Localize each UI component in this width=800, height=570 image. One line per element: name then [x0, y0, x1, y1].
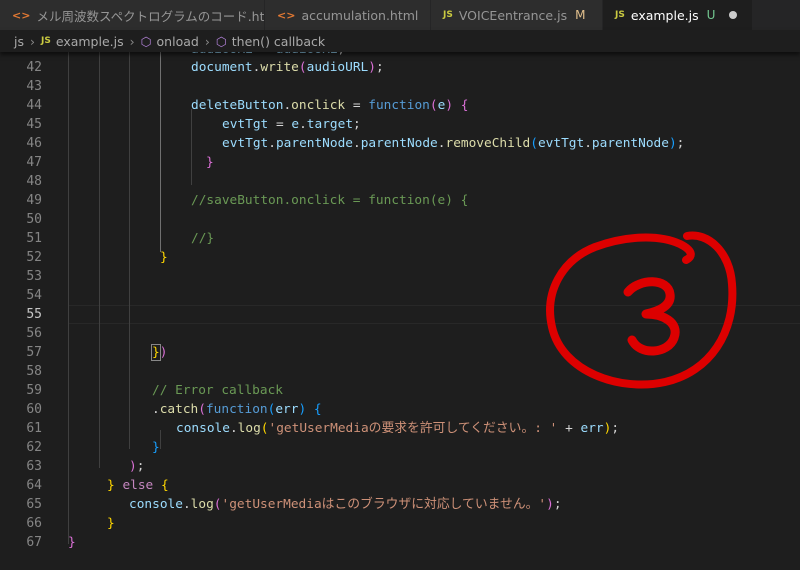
- line-number: 49: [26, 193, 42, 208]
- code-line-64: } else {: [107, 478, 169, 493]
- chevron-right-icon: ›: [129, 33, 135, 49]
- line-number: 62: [26, 440, 42, 455]
- line-number: 42: [26, 60, 42, 75]
- code-line-52: }: [160, 250, 168, 265]
- line-number: 48: [26, 174, 42, 189]
- chevron-right-icon: ›: [204, 33, 210, 49]
- line-number: 47: [26, 155, 42, 170]
- line-number: 63: [26, 459, 42, 474]
- tab-label: メル周波数スペクトログラムのコード.html: [36, 8, 265, 24]
- modified-badge: M: [575, 8, 586, 22]
- tab-label: accumulation.html: [301, 7, 419, 23]
- line-number: 58: [26, 364, 42, 379]
- line-number: 43: [26, 79, 42, 94]
- editor-tab-bar: <> メル周波数スペクトログラムのコード.html <> accumulatio…: [0, 0, 800, 30]
- line-number: 65: [26, 497, 42, 512]
- code-line-57: }): [151, 344, 168, 361]
- chevron-right-icon: ›: [30, 33, 35, 49]
- untracked-badge: U: [706, 8, 716, 22]
- tab-example-js[interactable]: JS example.js U: [603, 0, 753, 30]
- line-number: 67: [26, 535, 42, 550]
- line-number: 44: [26, 98, 42, 113]
- line-number: 59: [26, 383, 42, 398]
- breadcrumb-folder[interactable]: js: [14, 34, 24, 49]
- indent-guide: [129, 52, 130, 449]
- tab-label: VOICEentrance.js: [458, 7, 568, 23]
- tab-voiceentrance-js[interactable]: JS VOICEentrance.js M: [431, 0, 603, 30]
- tab-accumulation-html[interactable]: <> accumulation.html: [265, 0, 431, 30]
- html-file-icon: <>: [12, 8, 31, 22]
- html-file-icon: <>: [277, 8, 296, 22]
- breadcrumb: js › JS example.js › ⬡ onload › ⬡ then()…: [0, 30, 800, 52]
- tab-mel-spectrogram-html[interactable]: <> メル周波数スペクトログラムのコード.html: [0, 0, 265, 30]
- method-cube-icon: ⬡: [140, 33, 152, 49]
- line-number: 51: [26, 231, 42, 246]
- line-number: 53: [26, 269, 42, 284]
- code-line-46: evtTgt.parentNode.parentNode.removeChild…: [222, 136, 685, 151]
- indent-guide: [99, 52, 100, 468]
- indent-guide: [191, 109, 192, 185]
- indent-guide: [68, 52, 69, 544]
- breadcrumb-file[interactable]: example.js: [56, 34, 124, 49]
- code-line-51: //}: [191, 231, 215, 246]
- line-number: 60: [26, 402, 42, 417]
- indent-guide: [160, 430, 161, 449]
- line-number: 61: [26, 421, 42, 436]
- js-file-icon: JS: [615, 10, 625, 20]
- breadcrumb-symbol-callback[interactable]: then() callback: [232, 34, 325, 49]
- line-number: 52: [26, 250, 42, 265]
- code-line-63: );: [129, 459, 145, 474]
- code-line-49: //saveButton.onclick = function(e) {: [191, 193, 469, 208]
- breadcrumb-symbol-onload[interactable]: onload: [157, 34, 199, 49]
- line-number: 54: [26, 288, 42, 303]
- line-number: 45: [26, 117, 42, 132]
- code-line-65: console.log('getUserMediaはこのブラウザに対応していませ…: [129, 497, 562, 512]
- code-line-47: }: [206, 155, 214, 170]
- code-line-67: }: [68, 535, 76, 550]
- line-number: 50: [26, 212, 42, 227]
- line-number: 64: [26, 478, 42, 493]
- code-line-62: }: [152, 440, 160, 455]
- tab-label: example.js: [630, 7, 699, 23]
- line-number-current: 55: [26, 307, 42, 322]
- code-line-44: deleteButton.onclick = function(e) {: [191, 98, 469, 113]
- js-file-icon: JS: [41, 36, 51, 46]
- method-cube-icon: ⬡: [215, 33, 227, 49]
- red-circled-number-annotation: [546, 231, 737, 389]
- code-line-59: // Error callback: [152, 383, 283, 398]
- code-line-66: }: [107, 516, 115, 531]
- code-editor[interactable]: audioURL = audioURL; 42 43 44 45 46 47 4…: [0, 42, 800, 570]
- line-number: 66: [26, 516, 42, 531]
- unsaved-dot-icon[interactable]: [729, 11, 738, 19]
- indent-guide-active: [160, 52, 161, 252]
- code-line-60: .catch(function(err) {: [152, 402, 322, 417]
- line-number: 57: [26, 345, 42, 360]
- js-file-icon: JS: [443, 10, 453, 20]
- line-number: 46: [26, 136, 42, 151]
- code-line-42: document.write(audioURL);: [191, 60, 384, 75]
- line-number: 56: [26, 326, 42, 341]
- code-line-45: evtTgt = e.target;: [222, 117, 361, 132]
